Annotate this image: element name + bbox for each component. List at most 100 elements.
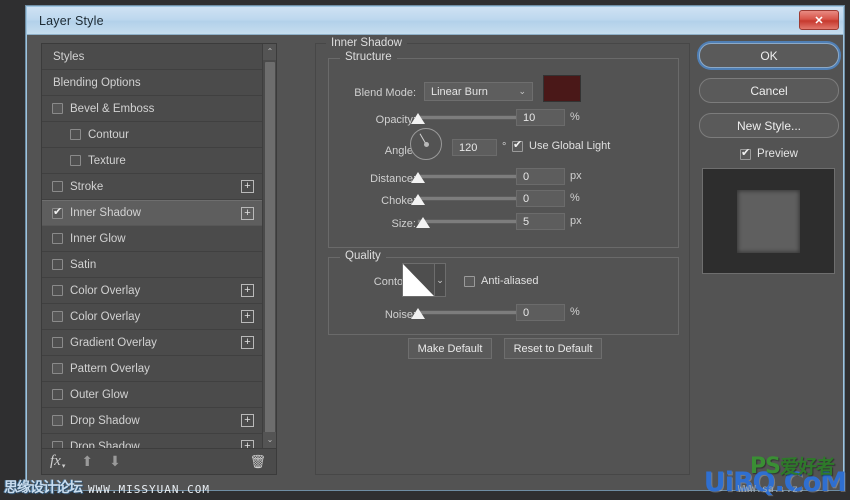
style-checkbox-icon[interactable] <box>52 441 63 448</box>
add-effect-icon[interactable]: + <box>241 207 254 220</box>
style-checkbox-icon[interactable] <box>52 259 63 270</box>
watermark-left-url: WWW.MISSYUAN.COM <box>88 483 210 496</box>
close-icon[interactable]: ✕ <box>799 10 839 30</box>
fx-icon[interactable]: fx <box>50 453 61 470</box>
structure-title: Structure <box>340 51 397 63</box>
fx-caret-icon[interactable]: ▾ <box>62 462 66 470</box>
style-list-item[interactable]: Color Overlay + <box>42 278 262 304</box>
style-list-item[interactable]: Inner Glow <box>42 226 262 252</box>
dialog-title: Layer Style <box>39 13 104 28</box>
style-list-item[interactable]: Stroke + <box>42 174 262 200</box>
size-input[interactable]: 5 <box>516 213 565 230</box>
watermark-left: 思缘设计论坛 WWW.MISSYUAN.COM <box>4 477 210 497</box>
style-list-item[interactable]: Outer Glow <box>42 382 262 408</box>
blend-mode-select[interactable]: Linear Burn ⌄ <box>424 82 533 101</box>
choke-input[interactable]: 0 <box>516 190 565 207</box>
use-global-light-label: Use Global Light <box>529 140 611 152</box>
scrollbar-thumb[interactable] <box>265 62 275 440</box>
contour-chevron-down-icon: ⌄ <box>434 264 445 296</box>
style-list-item[interactable]: Pattern Overlay <box>42 356 262 382</box>
anti-aliased-checkbox[interactable]: Anti-aliased <box>464 275 538 287</box>
checkbox-icon <box>464 275 475 287</box>
style-checkbox-icon[interactable] <box>52 103 63 114</box>
reset-to-default-button[interactable]: Reset to Default <box>504 338 602 359</box>
style-checkbox-icon[interactable] <box>52 311 63 322</box>
add-effect-icon[interactable]: + <box>241 414 254 427</box>
opacity-slider-thumb[interactable] <box>411 113 425 124</box>
choke-slider-thumb[interactable] <box>411 194 425 205</box>
angle-input[interactable]: 120 <box>452 139 497 156</box>
scroll-up-icon[interactable]: ⌃ <box>263 44 276 60</box>
choke-label: Choke: <box>381 195 416 207</box>
add-effect-icon[interactable]: + <box>241 284 254 297</box>
noise-slider-thumb[interactable] <box>411 308 425 319</box>
style-checkbox-icon[interactable] <box>52 389 63 400</box>
checkbox-icon <box>512 139 523 152</box>
style-list-item[interactable]: Inner Shadow + <box>42 200 262 226</box>
style-checkbox-icon[interactable] <box>52 415 63 426</box>
watermark-ps-logo: PS爱好者 <box>692 452 835 479</box>
style-checkbox-icon[interactable] <box>52 181 63 192</box>
styles-scrollbar[interactable]: ⌃ ⌄ <box>262 44 276 448</box>
style-list-item[interactable]: Bevel & Emboss <box>42 96 262 122</box>
style-list-item[interactable]: Gradient Overlay + <box>42 330 262 356</box>
settings-panel: Inner Shadow Structure Blend Mode: Linea… <box>315 37 690 475</box>
size-slider-thumb[interactable] <box>416 217 430 228</box>
style-item-label: Stroke <box>70 180 104 193</box>
style-list-item[interactable]: Satin <box>42 252 262 278</box>
quality-title: Quality <box>340 250 386 262</box>
style-checkbox-icon[interactable] <box>52 233 63 244</box>
choke-unit: % <box>570 192 580 204</box>
style-item-label: Contour <box>88 128 129 141</box>
trash-icon[interactable]: 🗑 <box>249 454 266 470</box>
style-item-label: Inner Shadow <box>70 207 141 219</box>
noise-input[interactable]: 0 <box>516 304 565 321</box>
watermark-right-cn: 爱好者 <box>779 456 835 478</box>
add-effect-icon[interactable]: + <box>241 180 254 193</box>
distance-input[interactable]: 0 <box>516 168 565 185</box>
contour-preset-picker[interactable]: ⌄ <box>402 263 446 297</box>
watermark-ps-text: PS <box>750 454 781 479</box>
style-checkbox-icon[interactable] <box>52 363 63 374</box>
make-default-button[interactable]: Make Default <box>408 338 492 359</box>
new-style-button[interactable]: New Style... <box>699 113 839 138</box>
shadow-color-swatch[interactable] <box>543 75 581 102</box>
style-checkbox-icon[interactable] <box>52 206 63 219</box>
style-list-item[interactable]: Texture <box>42 148 262 174</box>
opacity-input[interactable]: 10 <box>516 109 565 126</box>
dialog-titlebar: Layer Style ✕ <box>27 7 843 35</box>
style-checkbox-icon[interactable] <box>70 129 81 140</box>
style-item-label: Outer Glow <box>70 388 129 401</box>
opacity-label: Opacity: <box>375 114 416 126</box>
style-checkbox-icon[interactable] <box>52 285 63 296</box>
noise-label: Noise: <box>384 309 416 321</box>
add-effect-icon[interactable]: + <box>241 336 254 349</box>
style-list-item[interactable]: Drop Shadow + <box>42 434 262 448</box>
ok-button[interactable]: OK <box>699 43 839 68</box>
style-list-item[interactable]: Styles <box>42 44 262 70</box>
watermark-left-cn: 思缘设计论坛 <box>4 480 83 496</box>
preview-thumbnail <box>702 168 835 274</box>
style-list-item[interactable]: Contour <box>42 122 262 148</box>
style-item-label: Inner Glow <box>70 232 126 245</box>
layer-style-dialog: Layer Style ✕ Styles Blending Options Beve… <box>26 6 844 490</box>
distance-slider-thumb[interactable] <box>411 172 425 183</box>
style-list-item[interactable]: Color Overlay + <box>42 304 262 330</box>
use-global-light-checkbox[interactable]: Use Global Light <box>512 139 611 152</box>
style-checkbox-icon[interactable] <box>52 337 63 348</box>
move-down-icon[interactable]: ⬇ <box>109 453 121 470</box>
style-checkbox-icon[interactable] <box>70 155 81 166</box>
distance-label: Distance: <box>370 173 416 185</box>
style-list-item[interactable]: Blending Options <box>42 70 262 96</box>
angle-dial[interactable] <box>410 128 442 160</box>
style-list-item[interactable]: Drop Shadow + <box>42 408 262 434</box>
scroll-down-icon[interactable]: ⌄ <box>263 432 276 448</box>
move-up-icon[interactable]: ⬆ <box>81 453 93 470</box>
preview-checkbox[interactable]: Preview <box>699 147 839 160</box>
style-item-label: Drop Shadow <box>70 414 140 427</box>
style-item-label: Blending Options <box>53 76 141 89</box>
cancel-button[interactable]: Cancel <box>699 78 839 103</box>
add-effect-icon[interactable]: + <box>241 310 254 323</box>
add-effect-icon[interactable]: + <box>241 440 254 448</box>
chevron-down-icon: ⌄ <box>518 86 526 96</box>
